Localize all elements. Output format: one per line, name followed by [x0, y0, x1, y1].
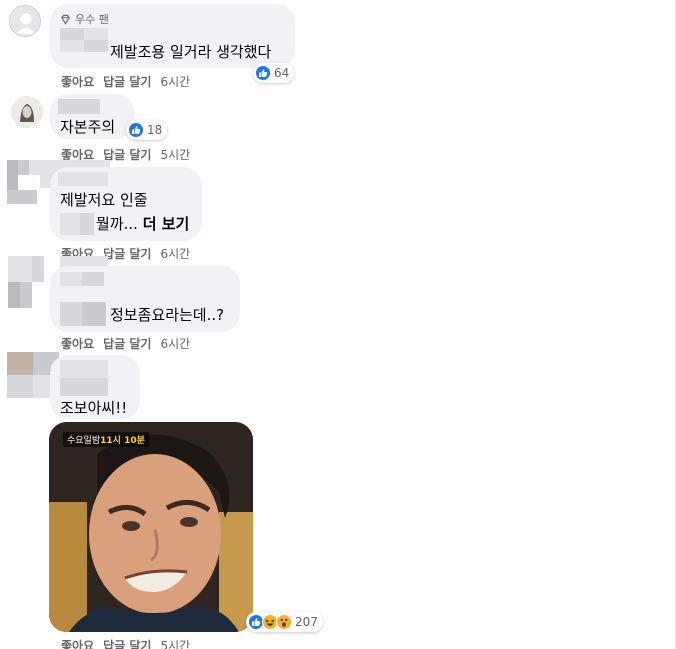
reaction-count: 207	[295, 615, 318, 629]
photo-caption-tag: 수요일밤11시 10분	[63, 432, 149, 447]
commenter-name-blurred[interactable]	[84, 28, 108, 40]
commenter-name-blurred[interactable]	[60, 378, 108, 396]
see-more-link[interactable]: 더 보기	[143, 215, 190, 233]
commenter-name-blurred[interactable]	[60, 40, 84, 52]
comment-text: 뭘까...	[96, 215, 138, 233]
reaction-summary[interactable]: 64	[253, 63, 295, 83]
commenter-name-blurred[interactable]	[84, 40, 108, 52]
timestamp[interactable]: 5시간	[160, 637, 190, 649]
comment-text: 조보아씨!!	[60, 399, 128, 417]
reaction-summary[interactable]: 207	[246, 612, 323, 632]
mentioned-name-blurred[interactable]	[60, 213, 80, 235]
badge-label: 우수 팬	[75, 13, 109, 26]
diamond-badge-icon	[61, 14, 70, 25]
reply-link[interactable]: 답글 달기	[103, 245, 151, 262]
comment-text: 자본주의	[60, 118, 116, 136]
like-link[interactable]: 좋아요	[61, 637, 94, 649]
reaction-count: 64	[274, 66, 290, 80]
like-reaction-icon	[255, 65, 271, 81]
mentioned-name-blurred[interactable]	[80, 213, 94, 235]
comment-actions: 좋아요 답글 달기 6시간	[61, 335, 190, 352]
commenter-avatar[interactable]	[11, 96, 43, 128]
commenter-avatar[interactable]	[8, 256, 44, 310]
timestamp[interactable]: 6시간	[160, 245, 190, 262]
comment-text: 제발조용 일거라 생각했다	[110, 43, 272, 61]
comment-text: 정보좀요라는데..?	[110, 306, 225, 324]
reply-link[interactable]: 답글 달기	[103, 335, 151, 352]
like-reaction-icon	[128, 122, 144, 138]
timestamp[interactable]: 6시간	[160, 73, 190, 90]
commenter-name-blurred[interactable]	[60, 360, 108, 378]
timestamp[interactable]: 6시간	[160, 335, 190, 352]
comment-attached-photo[interactable]: 수요일밤11시 10분	[49, 422, 253, 632]
commenter-name-blurred[interactable]	[58, 172, 108, 186]
commenter-name-blurred[interactable]	[58, 99, 100, 114]
comment-text-line2: 뭘까... 더 보기	[96, 214, 189, 234]
reaction-count: 18	[147, 123, 163, 137]
like-link[interactable]: 좋아요	[61, 73, 94, 90]
mentioned-name-blurred[interactable]	[82, 302, 106, 326]
tag-time: 11시 10분	[100, 436, 145, 446]
reply-link[interactable]: 답글 달기	[103, 73, 151, 90]
photo-image	[49, 422, 253, 632]
mentioned-name-blurred[interactable]	[60, 302, 82, 326]
like-link[interactable]: 좋아요	[61, 335, 94, 352]
tag-text: 수요일밤	[67, 436, 101, 446]
commenter-name-blurred[interactable]	[60, 28, 84, 40]
timestamp[interactable]: 5시간	[160, 146, 190, 163]
reply-link[interactable]: 답글 달기	[103, 637, 151, 649]
comment-actions: 좋아요 답글 달기 5시간	[61, 637, 190, 649]
commenter-name-blurred[interactable]	[82, 272, 104, 286]
commenter-name-blurred[interactable]	[60, 272, 82, 286]
comment-text-line1: 제발저요 인줄	[60, 191, 148, 209]
commenter-avatar[interactable]	[9, 5, 41, 37]
wow-reaction-icon	[276, 614, 292, 630]
reaction-summary[interactable]: 18	[126, 120, 168, 140]
top-fan-badge[interactable]: 우수 팬	[60, 11, 109, 27]
comment-actions: 좋아요 답글 달기 6시간	[61, 73, 190, 90]
reply-link[interactable]: 답글 달기	[103, 146, 151, 163]
commenter-avatar[interactable]	[7, 160, 40, 204]
